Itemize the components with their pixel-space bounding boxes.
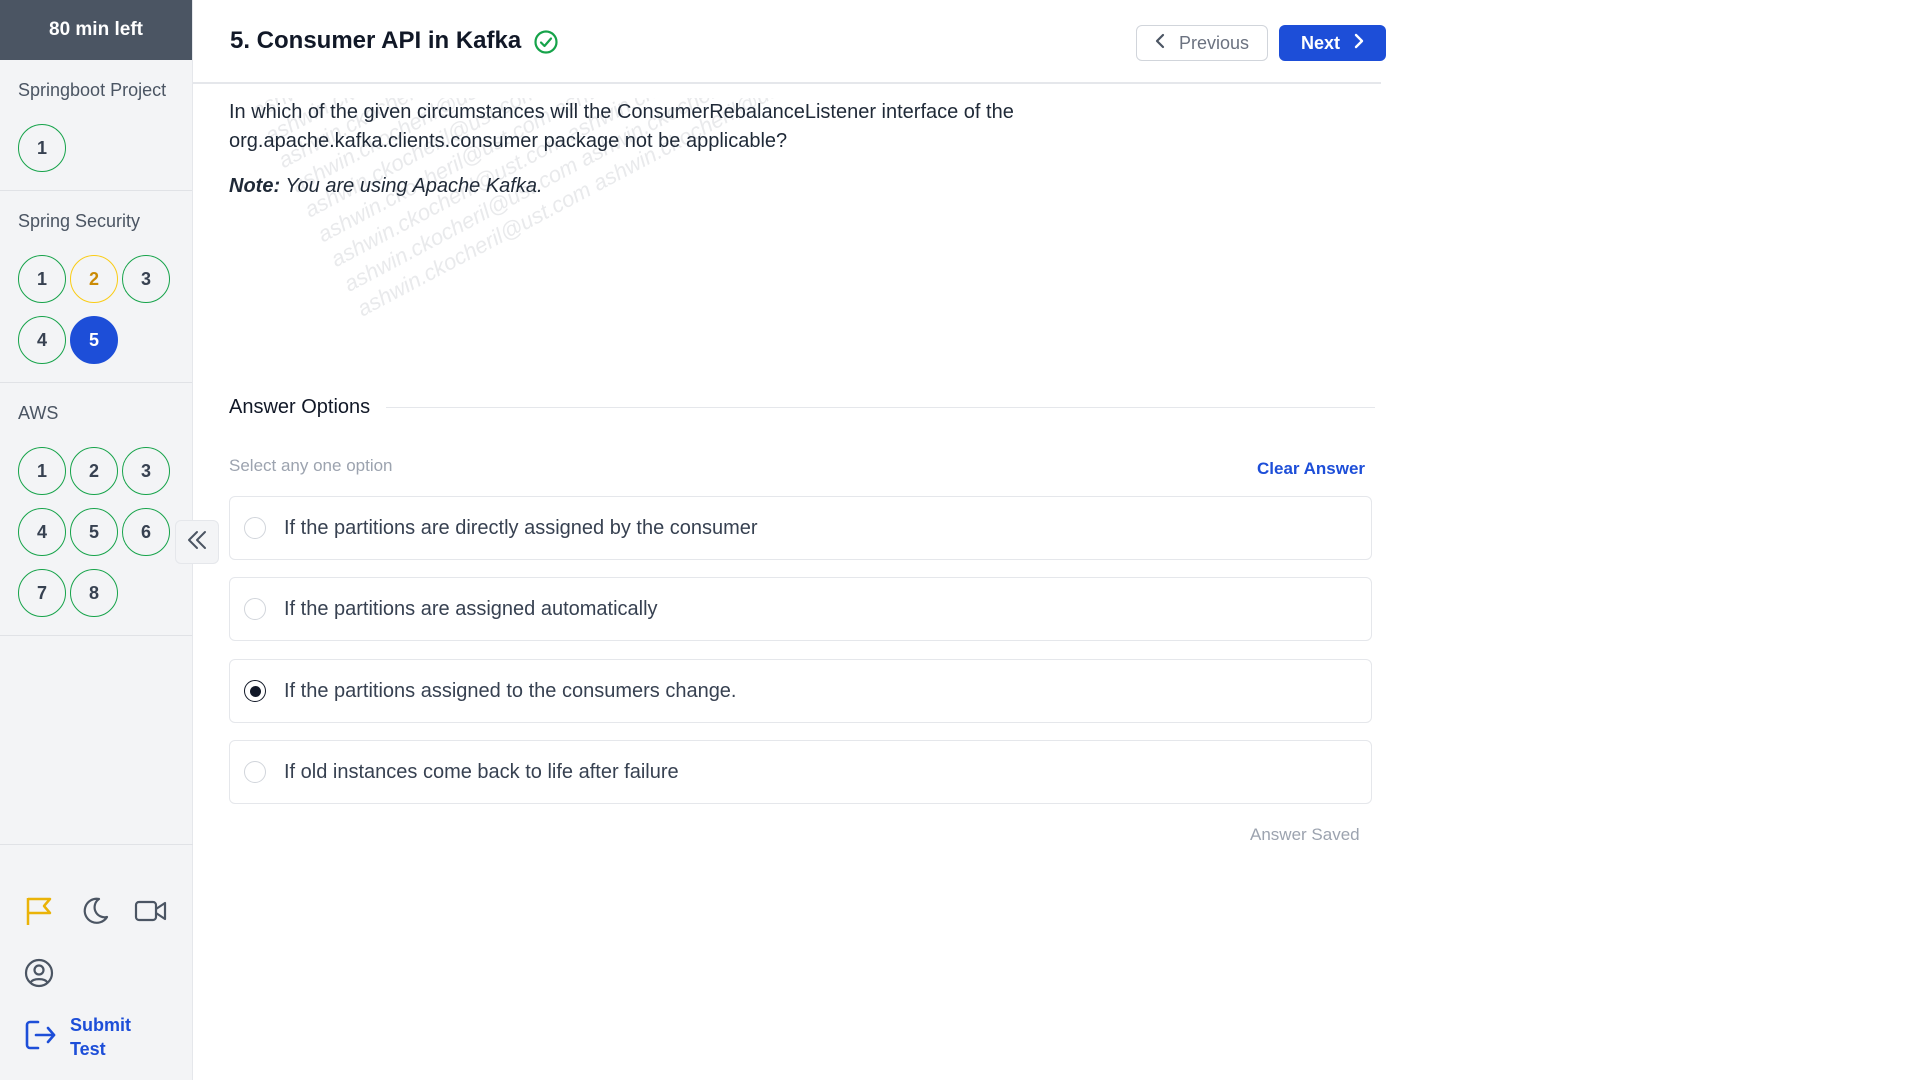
- question-nav-button[interactable]: 2: [70, 255, 118, 303]
- question-grid: 123 456 78: [18, 447, 174, 617]
- option-text: If the partitions are directly assigned …: [284, 516, 758, 539]
- question-note: Note: You are using Apache Kafka.: [229, 175, 1375, 198]
- question-nav-button[interactable]: 3: [122, 255, 170, 303]
- question-nav-button[interactable]: 4: [18, 508, 66, 556]
- collapse-sidebar-button[interactable]: [175, 520, 219, 564]
- chevron-right-icon: [1352, 33, 1364, 54]
- option-text: If the partitions assigned to the consum…: [284, 679, 737, 702]
- logout-icon: [22, 1017, 58, 1058]
- next-button[interactable]: Next: [1279, 25, 1386, 61]
- previous-button[interactable]: Previous: [1136, 25, 1268, 61]
- question-nav-button[interactable]: 1: [18, 447, 66, 495]
- question-nav-button[interactable]: 8: [70, 569, 118, 617]
- clear-answer-button[interactable]: Clear Answer: [1257, 459, 1365, 479]
- question-header: 5. Consumer API in Kafka Previous Next: [193, 0, 1386, 84]
- section-springboot: Springboot Project 1: [0, 60, 192, 191]
- timer: 80 min left: [0, 0, 192, 60]
- section-aws: AWS 123 456 78: [0, 383, 192, 636]
- question-body: ashwin.ckocheril@ust.com ashwin.ckocheri…: [229, 98, 1375, 318]
- radio-button[interactable]: [244, 598, 266, 620]
- note-label: Note:: [229, 175, 281, 197]
- answer-option[interactable]: If the partitions assigned to the consum…: [229, 659, 1372, 723]
- radio-button[interactable]: [244, 761, 266, 783]
- double-chevron-left-icon: [185, 528, 209, 557]
- sidebar: 80 min left Springboot Project 1 Spring …: [0, 0, 193, 1080]
- flag-icon[interactable]: [22, 894, 56, 928]
- divider: [386, 406, 1375, 408]
- question-nav-button[interactable]: 6: [122, 508, 170, 556]
- page-title: 5. Consumer API in Kafka: [230, 27, 522, 54]
- section-spring-security: Spring Security 123 45: [0, 191, 192, 383]
- question-nav-button[interactable]: 2: [70, 447, 118, 495]
- answer-options-title: Answer Options: [229, 395, 371, 418]
- question-nav-button[interactable]: 1: [18, 255, 66, 303]
- section-title: Spring Security: [18, 211, 141, 231]
- moon-icon[interactable]: [78, 894, 112, 928]
- answer-options-header: Answer Options: [229, 392, 1375, 422]
- submit-test-button[interactable]: Submit Test: [22, 1013, 193, 1061]
- check-circle-icon: [533, 29, 559, 60]
- video-icon[interactable]: [134, 894, 168, 928]
- radio-button[interactable]: [244, 517, 266, 539]
- answer-option[interactable]: If old instances come back to life after…: [229, 740, 1372, 804]
- chevron-left-icon: [1155, 33, 1167, 54]
- previous-label: Previous: [1178, 32, 1250, 53]
- question-nav-button[interactable]: 7: [18, 569, 66, 617]
- answer-option[interactable]: If the partitions are directly assigned …: [229, 496, 1372, 560]
- question-nav-button[interactable]: 1: [18, 124, 66, 172]
- question-nav-button[interactable]: 5: [70, 316, 118, 364]
- user-circle-icon[interactable]: [22, 956, 56, 990]
- question-text: In which of the given circumstances will…: [229, 101, 1014, 152]
- note-text: You are using Apache Kafka.: [285, 175, 543, 197]
- section-title: Springboot Project: [18, 80, 167, 100]
- question-nav-button[interactable]: 5: [70, 508, 118, 556]
- section-title: AWS: [18, 403, 59, 423]
- sidebar-tools: Submit Test: [0, 844, 193, 1080]
- answer-status: Answer Saved: [1250, 825, 1360, 844]
- select-hint: Select any one option: [229, 456, 393, 475]
- next-label: Next: [1300, 32, 1340, 53]
- question-nav-button[interactable]: 3: [122, 447, 170, 495]
- question-grid: 123 45: [18, 255, 174, 364]
- option-text: If old instances come back to life after…: [284, 760, 679, 783]
- option-text: If the partitions are assigned automatic…: [284, 597, 658, 620]
- question-nav-button[interactable]: 4: [18, 316, 66, 364]
- answer-option[interactable]: If the partitions are assigned automatic…: [229, 577, 1372, 641]
- submit-test-label: Submit Test: [70, 1015, 131, 1059]
- question-grid: 1: [18, 124, 174, 172]
- radio-button[interactable]: [244, 680, 266, 702]
